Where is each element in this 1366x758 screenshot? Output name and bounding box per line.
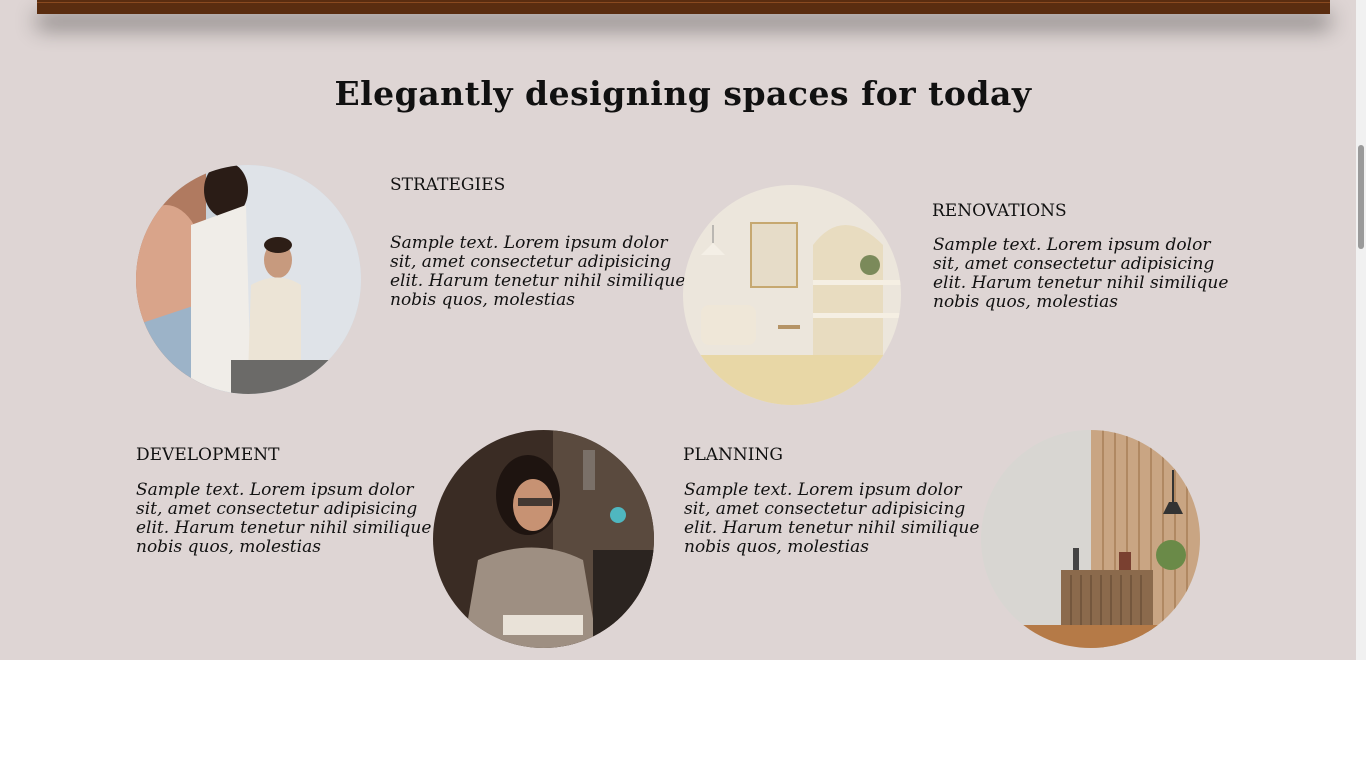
feature-heading-strategies: STRATEGIES (390, 175, 506, 195)
scrollbar-thumb[interactable] (1358, 145, 1364, 249)
woman-working-photo (433, 430, 654, 648)
scrollbar-track[interactable] (1356, 0, 1366, 660)
feature-text-strategies: Sample text. Lorem ipsum dolor sit, amet… (390, 233, 686, 310)
feature-text-planning: Sample text. Lorem ipsum dolor sit, amet… (684, 480, 980, 557)
team-meeting-photo (136, 165, 361, 394)
living-room-photo (683, 185, 901, 405)
feature-text-development: Sample text. Lorem ipsum dolor sit, amet… (136, 480, 432, 557)
feature-heading-renovations: RENOVATIONS (932, 201, 1067, 221)
feature-text-renovations: Sample text. Lorem ipsum dolor sit, amet… (933, 235, 1229, 312)
page-title: Elegantly designing spaces for today (334, 74, 1032, 113)
feature-heading-development: DEVELOPMENT (136, 445, 280, 465)
feature-heading-planning: PLANNING (683, 445, 783, 465)
cabinet-interior-photo (981, 430, 1200, 648)
header-bar (37, 0, 1330, 14)
page-section: Elegantly designing spaces for today STR… (0, 0, 1356, 660)
